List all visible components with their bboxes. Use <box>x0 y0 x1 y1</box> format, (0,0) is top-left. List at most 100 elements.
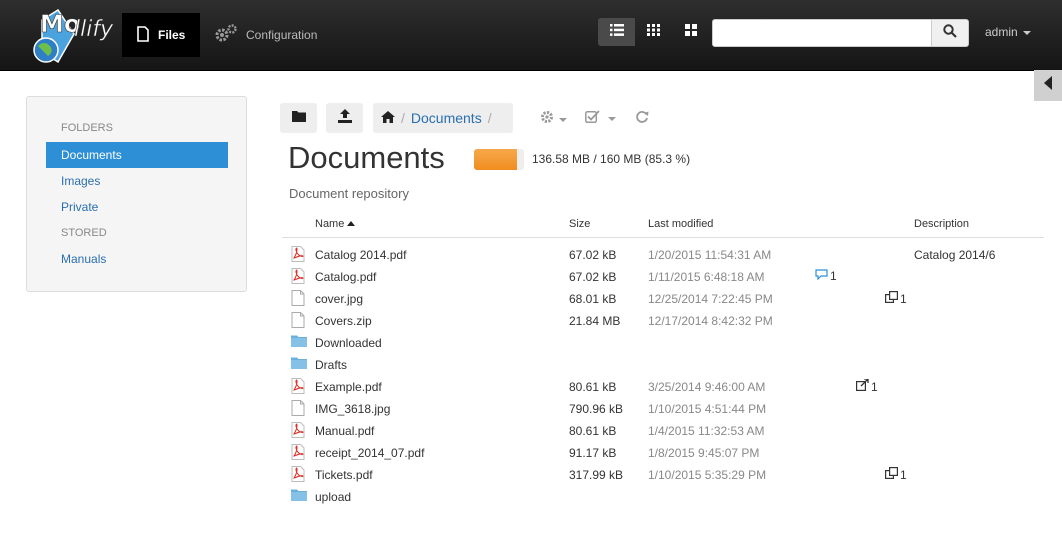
top-bar: Mo llify Files Configuration admin <box>0 0 1062 71</box>
select-menu-button[interactable] <box>585 110 616 128</box>
file-size: 91.17 kB <box>569 446 617 460</box>
file-name[interactable]: Tickets.pdf <box>315 468 373 482</box>
chevron-down-icon <box>559 117 567 122</box>
sidebar-item-images[interactable]: Images <box>46 168 228 194</box>
file-size: 67.02 kB <box>569 270 617 284</box>
user-name: admin <box>985 25 1018 39</box>
copie-badge[interactable]: 1 <box>885 291 907 306</box>
pdf-file-icon <box>291 268 305 287</box>
refresh-button[interactable] <box>635 110 649 129</box>
table-row[interactable]: Drafts <box>282 354 1044 376</box>
nav-files-label: Files <box>158 28 186 42</box>
file-size: 68.01 kB <box>569 292 617 306</box>
side-panel-toggle[interactable] <box>1034 70 1062 101</box>
folder-icon <box>291 334 307 350</box>
file-icon <box>291 290 305 309</box>
nav-configuration[interactable]: Configuration <box>214 13 317 57</box>
chevron-down-icon <box>1022 30 1031 35</box>
pdf-file-icon <box>291 466 305 485</box>
file-modified: 1/10/2015 4:51:44 PM <box>648 402 767 416</box>
file-modified: 1/11/2015 6:48:18 AM <box>648 270 765 284</box>
new-folder-button[interactable] <box>280 103 317 133</box>
column-header-name[interactable]: Name <box>315 218 356 230</box>
checkbox-icon <box>585 110 600 128</box>
nav-configuration-label: Configuration <box>246 28 318 42</box>
file-icon <box>136 25 158 45</box>
column-header-modified[interactable]: Last modified <box>648 218 713 230</box>
page-title: Documents <box>288 140 445 175</box>
table-row[interactable]: Catalog 2014.pdf 67.02 kB 1/20/2015 11:54:… <box>282 244 1044 266</box>
small-grid-view-button[interactable] <box>635 18 672 46</box>
breadcrumb: / Documents / <box>373 103 513 133</box>
table-row[interactable]: upload <box>282 486 1044 508</box>
sidebar: FOLDERS Documents Images Private STORED … <box>26 96 247 292</box>
file-name[interactable]: Drafts <box>315 358 347 372</box>
folder-description: Document repository <box>289 186 409 201</box>
list-view-button[interactable] <box>598 18 635 46</box>
file-modified: 1/10/2015 5:35:29 PM <box>648 468 767 482</box>
table-row[interactable]: Covers.zip 21.84 MB 12/17/2014 8:42:32 PM <box>282 310 1044 332</box>
refresh-icon <box>635 110 649 129</box>
file-name[interactable]: Catalog 2014.pdf <box>315 248 406 262</box>
grid-small-icon <box>647 23 660 41</box>
table-row[interactable]: Catalog.pdf 67.02 kB 1/11/2015 6:48:18 AM 1 <box>282 266 1044 288</box>
chevron-down-icon <box>608 117 616 121</box>
sidebar-heading-stored: STORED <box>61 227 107 239</box>
nav-files[interactable]: Files <box>122 13 200 57</box>
file-modified: 12/17/2014 8:42:32 PM <box>648 314 773 328</box>
file-name[interactable]: upload <box>315 490 351 504</box>
file-name[interactable]: cover.jpg <box>315 292 363 306</box>
quota-text: 136.58 MB / 160 MB (85.3 %) <box>532 152 691 166</box>
share-badge[interactable]: 1 <box>856 378 878 394</box>
table-row[interactable]: receipt_2014_07.pdf 91.17 kB 1/8/2015 9:45… <box>282 442 1044 464</box>
table-row[interactable]: IMG_3618.jpg 790.96 kB 1/10/2015 4:51:44 P… <box>282 398 1044 420</box>
table-row[interactable]: Example.pdf 80.61 kB 3/25/2014 9:46:00 AM 1 <box>282 376 1044 398</box>
file-name[interactable]: IMG_3618.jpg <box>315 402 390 416</box>
large-grid-view-button[interactable] <box>672 18 709 46</box>
table-row[interactable]: Manual.pdf 80.61 kB 1/4/2015 11:32:53 AM <box>282 420 1044 442</box>
comment-badge[interactable]: 1 <box>815 269 837 283</box>
home-icon[interactable] <box>381 110 395 126</box>
file-icon <box>291 400 305 419</box>
file-name[interactable]: Manual.pdf <box>315 424 374 438</box>
file-size: 21.84 MB <box>569 314 621 328</box>
svg-text:llify: llify <box>74 17 114 42</box>
quota-progress-bar <box>474 149 524 170</box>
file-size: 80.61 kB <box>569 380 617 394</box>
copie-badge[interactable]: 1 <box>885 467 907 482</box>
caret-left-icon <box>1043 76 1053 95</box>
user-menu[interactable]: admin <box>985 25 1031 39</box>
settings-menu-button[interactable] <box>540 110 567 129</box>
app-logo[interactable]: Mo llify <box>28 6 114 66</box>
file-modified: 1/20/2015 11:54:31 AM <box>648 248 772 262</box>
sidebar-item-manuals[interactable]: Manuals <box>46 246 228 272</box>
table-row[interactable]: Tickets.pdf 317.99 kB 1/10/2015 5:35:29 PM… <box>282 464 1044 486</box>
column-header-size[interactable]: Size <box>569 218 590 230</box>
file-modified: 12/25/2014 7:22:45 PM <box>648 292 773 306</box>
pdf-file-icon <box>291 422 305 441</box>
file-name[interactable]: Catalog.pdf <box>315 270 376 284</box>
file-size: 317.99 kB <box>569 468 624 482</box>
search-button[interactable] <box>931 19 969 47</box>
column-header-description[interactable]: Description <box>914 218 969 230</box>
file-name[interactable]: Covers.zip <box>315 314 372 328</box>
file-name[interactable]: Example.pdf <box>315 380 382 394</box>
gear-icon <box>540 110 554 129</box>
table-row[interactable]: cover.jpg 68.01 kB 12/25/2014 7:22:45 PM 1 <box>282 288 1044 310</box>
copy-icon <box>885 467 899 482</box>
file-name[interactable]: Downloaded <box>315 336 382 350</box>
table-row[interactable]: Downloaded <box>282 332 1044 354</box>
copy-icon <box>885 291 899 306</box>
breadcrumb-item-documents[interactable]: Documents <box>411 110 482 126</box>
search-input[interactable] <box>712 19 932 47</box>
upload-button[interactable] <box>326 103 363 133</box>
sidebar-heading-folders: FOLDERS <box>61 122 113 134</box>
quota-progress-fill <box>474 149 517 170</box>
file-size: 80.61 kB <box>569 424 617 438</box>
grid-large-icon <box>684 23 697 41</box>
sidebar-item-documents[interactable]: Documents <box>46 142 228 168</box>
sort-ascending-icon <box>347 218 356 230</box>
file-name[interactable]: receipt_2014_07.pdf <box>315 446 424 460</box>
pdf-file-icon <box>291 378 305 397</box>
sidebar-item-private[interactable]: Private <box>46 194 228 220</box>
